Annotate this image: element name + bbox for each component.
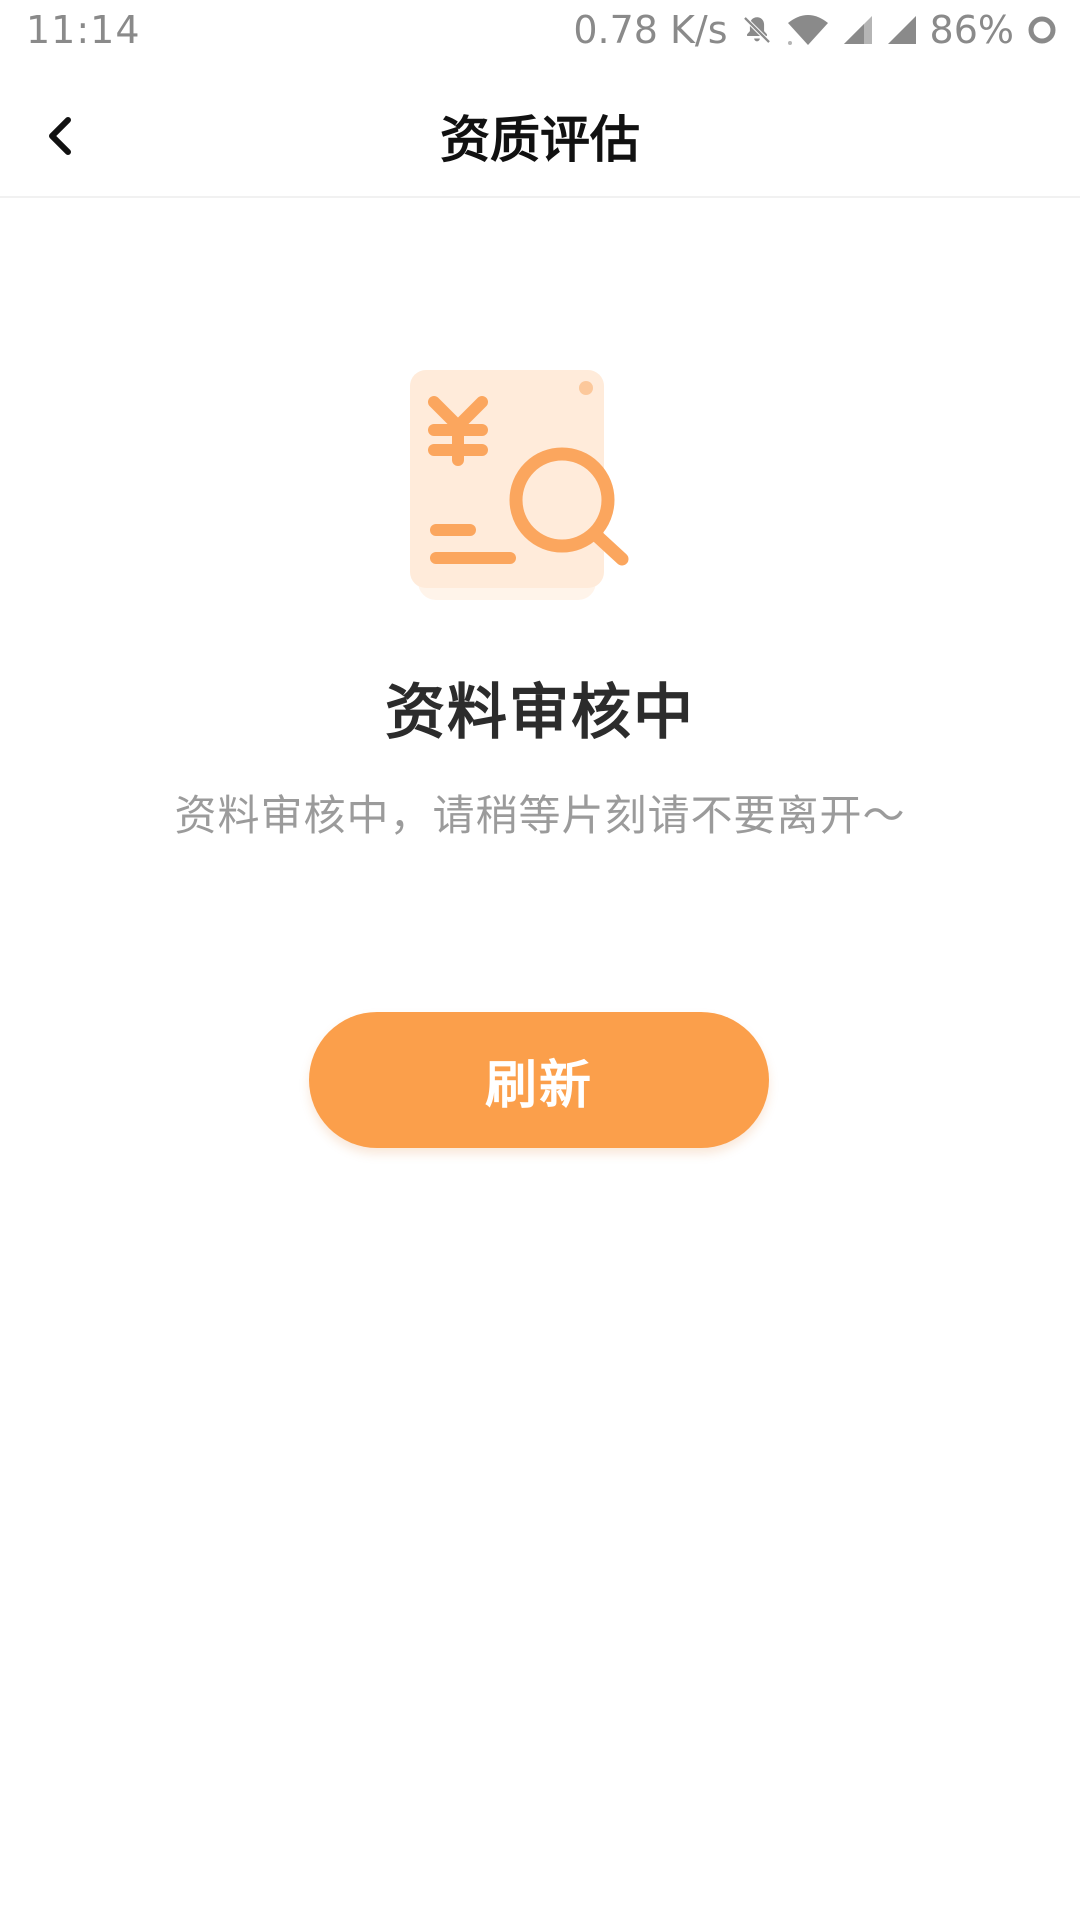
wifi-icon [786, 13, 830, 47]
status-time: 11:14 [26, 8, 141, 52]
battery-percent: 86% [929, 8, 1014, 52]
document-yen-search-icon [400, 360, 640, 605]
bell-muted-icon [740, 13, 774, 47]
network-speed: 0.78 K/s [573, 8, 728, 52]
status-heading: 资料审核中 [385, 678, 695, 748]
signal-icon [886, 14, 918, 46]
refresh-button[interactable]: 刷新 [309, 1012, 769, 1148]
status-icons: 0.78 K/s 86% [573, 8, 1058, 52]
status-bar: 11:14 0.78 K/s 86% [0, 0, 1080, 60]
signal-icon [842, 14, 874, 46]
page-title: 资质评估 [440, 111, 640, 169]
header-bar: 资质评估 [0, 72, 1080, 198]
status-message: 资料审核中，请稍等片刻请不要离开～ [174, 791, 906, 840]
battery-ring-icon [1026, 14, 1058, 46]
